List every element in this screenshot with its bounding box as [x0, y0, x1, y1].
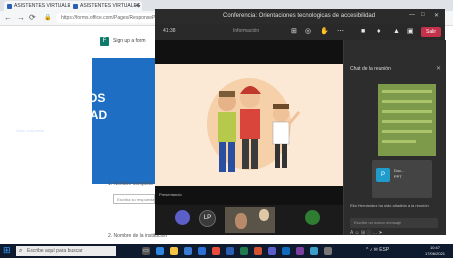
- meeting-controls-bar: 41:38 Información ⊞ ◎ ✋ ⋯ ■ ♦ ▲ ▣ Salir: [155, 24, 445, 40]
- teams-window-title: Conferencia: Orientaciones tecnologicas …: [223, 13, 376, 19]
- participant-video[interactable]: [225, 207, 275, 233]
- chat-message-line: [382, 140, 416, 143]
- maximize-button[interactable]: □: [421, 12, 425, 18]
- photos-icon[interactable]: [310, 247, 318, 255]
- chat-system-note: Elia Hernández ha sido añadida a la reun…: [350, 203, 429, 208]
- settings-icon[interactable]: [324, 247, 332, 255]
- browser-tab[interactable]: ASISTENTES VIRTUALES ✕: [70, 1, 142, 11]
- teams-meeting-window: Conferencia: Orientaciones tecnologicas …: [155, 9, 446, 236]
- participant-avatar[interactable]: LP: [199, 210, 216, 227]
- taskbar-clock[interactable]: 10:47 17/06/2021: [425, 245, 445, 257]
- excel-icon[interactable]: [240, 247, 248, 255]
- chat-message-bubble: [378, 84, 436, 156]
- taskbar-search-box[interactable]: ⌕ Escribe aquí para buscar: [16, 246, 116, 256]
- forms-page: F Sign up a form ASISTENTES INTERACTIVOS…: [0, 26, 167, 244]
- chat-icon[interactable]: ◎: [305, 27, 311, 37]
- mail-icon[interactable]: [198, 247, 206, 255]
- clock-date: 17/06/2021: [425, 251, 446, 256]
- chat-message-line: [382, 110, 432, 113]
- participants-strip: LP: [155, 205, 343, 235]
- edge-icon[interactable]: [156, 247, 164, 255]
- more-icon[interactable]: ⋯: [337, 27, 344, 37]
- camera-icon[interactable]: ■: [361, 27, 365, 37]
- meeting-timer: 41:38: [163, 28, 176, 34]
- forms-header-title: Sign up a form: [113, 38, 146, 44]
- chat-file-attachment[interactable]: P Doc... PPT: [372, 160, 432, 198]
- chrome-icon[interactable]: [212, 247, 220, 255]
- participant-avatar[interactable]: [305, 210, 320, 225]
- close-window-button[interactable]: ✕: [434, 12, 439, 19]
- browser-tab[interactable]: ASISTENTES VIRTUALES ✕: [4, 1, 76, 11]
- mic-icon[interactable]: ♦: [377, 27, 381, 37]
- teams-icon[interactable]: [268, 247, 276, 255]
- form-title: ASISTENTES INTERACTIVOS DISCAPACIDAD: [16, 74, 108, 122]
- store-icon[interactable]: [184, 247, 192, 255]
- windows-start-icon[interactable]: ⊞: [3, 246, 12, 255]
- chat-message-input[interactable]: Escribe un nuevo mensaje: [350, 218, 438, 228]
- forms-logo-icon: F: [100, 37, 109, 46]
- file-explorer-icon[interactable]: [170, 247, 178, 255]
- meeting-info-label: Información: [233, 28, 260, 34]
- question-1-input[interactable]: Escriba su respuesta: [113, 194, 155, 204]
- minimize-button[interactable]: —: [409, 12, 415, 18]
- chat-format-toolbar[interactable]: A ☺ ⊞ ⓘ ... ➤: [350, 229, 383, 236]
- chat-message-line: [382, 90, 432, 93]
- presentation-slide: [155, 64, 343, 186]
- shared-content-stage: Presentando: [155, 40, 343, 205]
- participant-face: [235, 213, 247, 229]
- lock-icon: 🔒: [44, 15, 52, 21]
- close-chat-icon[interactable]: ✕: [436, 65, 441, 72]
- leave-meeting-button[interactable]: Salir: [421, 27, 441, 37]
- chat-message-line: [382, 130, 432, 133]
- task-view-icon[interactable]: ▭: [142, 247, 150, 255]
- form-subtitle: Nota: respuesta: [16, 128, 45, 133]
- tab-label: ASISTENTES VIRTUALES: [14, 3, 75, 9]
- cartoon-characters-illustration: [207, 78, 301, 172]
- chat-message-line: [382, 100, 432, 103]
- chat-panel-title: Chat de la reunión: [350, 66, 391, 72]
- file-icon: P: [376, 168, 390, 182]
- participant-avatar[interactable]: [175, 210, 190, 225]
- windows-taskbar: ⊞ ⌕ Escribe aquí para buscar ▭ ^ ♪ ✉ ESP…: [0, 244, 453, 258]
- powerpoint-icon[interactable]: [254, 247, 262, 255]
- search-icon: ⌕: [19, 248, 23, 254]
- question-1-label: 1. Nombre completo: [108, 181, 154, 187]
- participant-face: [259, 209, 269, 221]
- forward-icon[interactable]: →: [17, 13, 25, 23]
- word-icon[interactable]: [226, 247, 234, 255]
- outlook-icon[interactable]: [282, 247, 290, 255]
- chat-message-line: [382, 120, 432, 123]
- tab-favicon-icon: [73, 4, 78, 9]
- back-icon[interactable]: ←: [4, 13, 12, 23]
- onenote-icon[interactable]: [296, 247, 304, 255]
- chat-file-name: Doc... PPT: [394, 168, 405, 179]
- raise-hand-icon[interactable]: ✋: [320, 27, 329, 37]
- reload-icon[interactable]: ⟳: [29, 13, 36, 23]
- teams-title-bar: Conferencia: Orientaciones tecnologicas …: [155, 9, 445, 24]
- meeting-chat-panel: Chat de la reunión ✕ P Doc... PPT Elia H…: [343, 40, 446, 236]
- share-icon[interactable]: ▲: [393, 27, 400, 37]
- tab-label: ASISTENTES VIRTUALES: [80, 3, 141, 9]
- share-tray-icon[interactable]: ▣: [407, 27, 414, 37]
- system-tray[interactable]: ^ ♪ ✉ ESP: [366, 247, 389, 253]
- taskbar-search-placeholder: Escribe aquí para buscar: [27, 248, 83, 254]
- people-icon[interactable]: ⊞: [291, 27, 297, 37]
- presenter-caption: Presentando: [159, 192, 182, 197]
- url-field[interactable]: https://forms.office.com/Pages/ResponseP…: [56, 13, 157, 23]
- new-tab-button[interactable]: +: [136, 0, 141, 11]
- tab-favicon-icon: [7, 4, 12, 9]
